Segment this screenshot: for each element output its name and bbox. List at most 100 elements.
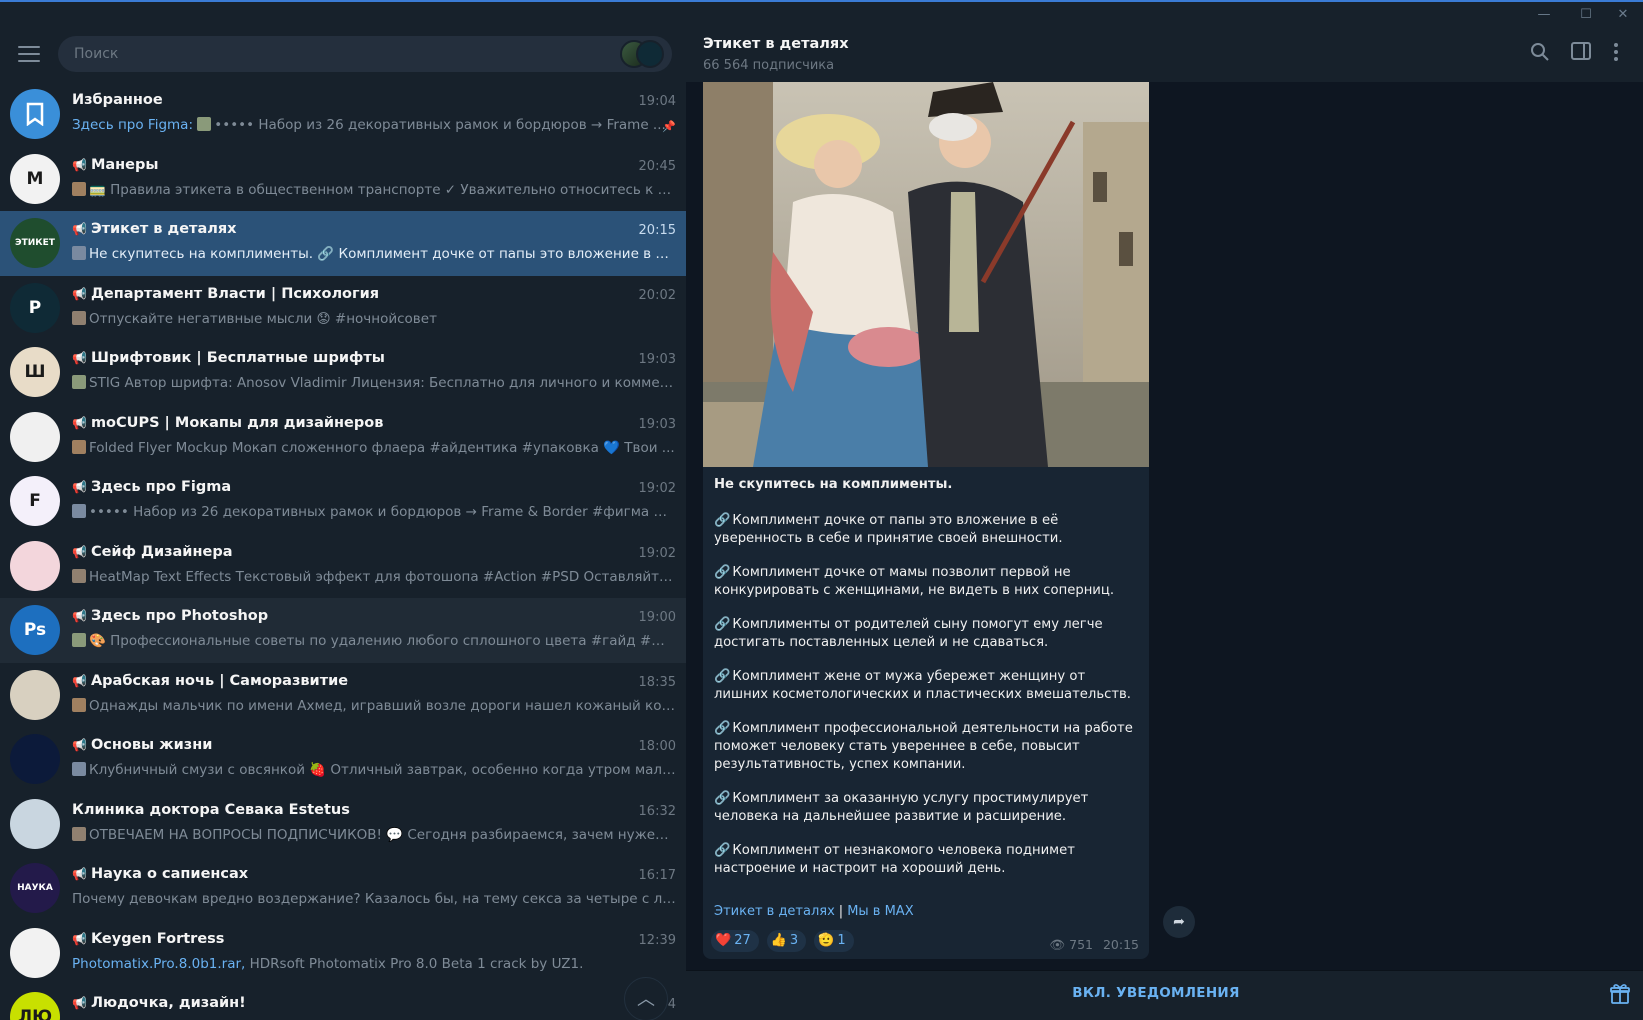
chat-list-item[interactable]: Избранное 19:04 Здесь про Figma: ••••• Наб…: [0, 82, 686, 147]
max-link[interactable]: Мы в MAX: [847, 904, 913, 919]
chat-list-item[interactable]: ЛЮ 📢 Людочка, дизайн! 4: [0, 985, 686, 1020]
chat-preview: ОТВЕЧАЕМ НА ВОПРОСЫ ПОДПИСЧИКОВ! 💬 Сегод…: [72, 826, 676, 843]
chat-preview: Не скупитесь на комплименты. 🔗 Комплимен…: [72, 246, 676, 262]
chat-avatar: ЛЮ: [10, 992, 60, 1020]
more-options-icon[interactable]: [1604, 42, 1628, 66]
chat-avatar: [10, 540, 60, 591]
chat-list-item[interactable]: M 📢 Манеры 20:45 🚃 Правила этикета в обществ…: [0, 147, 686, 212]
megaphone-icon: 📢: [72, 544, 87, 559]
chat-list-item[interactable]: Ps 📢 Здесь про Photoshop 19:00 🎨 Профессиона…: [0, 598, 686, 663]
chat-time: 18:35: [638, 674, 676, 690]
post-meta: 👁 751 20:15: [1049, 937, 1139, 953]
chat-preview: 🎨 Профессиональные советы по удалению лю…: [72, 633, 676, 649]
chat-name: 📢 Основы жизни: [72, 737, 596, 753]
chat-list-item[interactable]: ЭТИКЕТ 📢 Этикет в деталях 20:15 Не скупитесь…: [0, 211, 686, 276]
reaction-salute[interactable]: 🫡 1: [814, 930, 854, 952]
media-thumbnail: [197, 117, 212, 131]
megaphone-icon: 📢: [72, 931, 87, 946]
chat-preview-text: HeatMap Text Effects Текстовый эффект дл…: [89, 568, 676, 585]
chat-name: 📢 Арабская ночь | Саморазвитие: [72, 673, 596, 689]
chat-preview-text: ••••• Набор из 26 декоративных рамок и б…: [89, 504, 676, 520]
maximize-icon[interactable]: ☐: [1566, 4, 1606, 26]
enable-notifications-button[interactable]: ВКЛ. УВЕДОМЛЕНИЯ: [1056, 985, 1256, 1001]
view-count: 751: [1069, 937, 1093, 952]
chat-name: 📢 Шрифтовик | Бесплатные шрифты: [72, 350, 596, 366]
media-thumbnail: [72, 504, 86, 518]
chat-name-text: Здесь про Photoshop: [90, 608, 269, 624]
channel-title[interactable]: Этикет в деталях: [703, 36, 849, 52]
post-time: 20:15: [1102, 937, 1139, 952]
chat-name-text: Основы жизни: [90, 737, 213, 753]
minimize-icon[interactable]: —: [1524, 4, 1564, 26]
chat-avatar: P: [10, 282, 60, 333]
post-paragraph: 🔗 Комплименты от родителей сыну помогут е…: [714, 617, 1103, 650]
chat-time: 20:15: [638, 223, 676, 238]
chat-avatar: [10, 411, 60, 462]
reaction-thumbs-up[interactable]: 👍 3: [766, 930, 807, 952]
sidebar-toggle-icon[interactable]: [1569, 42, 1593, 66]
link-icon: 🔗: [714, 669, 731, 684]
chat-time: 18:00: [638, 739, 676, 754]
reactions-bar: ❤️ 27 👍 3 🫡 1: [711, 930, 854, 952]
chat-avatar: Ш: [10, 347, 60, 397]
chat-list-item[interactable]: НАУКА 📢 Наука о сапиенсах 16:17 Почему девоч…: [0, 856, 686, 921]
chat-name: 📢 Манеры: [72, 157, 596, 173]
close-icon[interactable]: ✕: [1603, 4, 1643, 26]
scroll-up-button[interactable]: ︿: [624, 977, 668, 1020]
stories-avatars[interactable]: [620, 40, 664, 68]
chat-preview-text: Почему девочкам вредно воздержание? Каза…: [72, 891, 676, 907]
chat-list-item[interactable]: Клиника доктора Севака Estetus 16:32 ОТВЕЧ…: [0, 792, 686, 857]
chat-preview-text: 🎨 Профессиональные советы по удалению лю…: [89, 633, 676, 649]
chat-preview-prefix: Здесь про Figma:: [72, 117, 193, 133]
gift-icon[interactable]: [1609, 983, 1633, 1007]
chat-list: Избранное 19:04 Здесь про Figma: ••••• Наб…: [0, 82, 686, 1020]
post-headline: Не скупитесь на комплименты.: [714, 477, 953, 492]
pin-icon: 📌: [662, 120, 676, 133]
search-icon[interactable]: [1528, 42, 1552, 66]
megaphone-icon: 📢: [72, 157, 87, 172]
forward-icon[interactable]: ➦: [1163, 906, 1195, 938]
chat-list-item[interactable]: 📢 moCUPS | Мокапы для дизайнеров 19:03 Fold…: [0, 405, 686, 470]
search-box[interactable]: [58, 36, 672, 72]
chat-preview-prefix: Photomatix.Pro.8.0b1.rar,: [72, 955, 246, 972]
chat-preview-text: HDRsoft Photomatix Pro 8.0 Beta 1 crack …: [249, 955, 584, 972]
chat-name-text: Избранное: [72, 92, 163, 108]
chat-name-text: Клиника доктора Севака Estetus: [72, 801, 350, 818]
link-icon: 🔗: [714, 513, 731, 528]
chat-preview: Однажды мальчик по имени Ахмед, игравший…: [72, 697, 676, 714]
channel-link[interactable]: Этикет в деталях: [714, 904, 835, 919]
hamburger-menu-icon[interactable]: [18, 46, 40, 62]
chat-name: 📢 Здесь про Photoshop: [72, 608, 596, 624]
chat-list-item[interactable]: Ш 📢 Шрифтовик | Бесплатные шрифты 19:03 STIG…: [0, 340, 686, 405]
search-input[interactable]: [74, 44, 574, 64]
chat-name-text: Манеры: [90, 156, 159, 173]
reaction-heart[interactable]: ❤️ 27: [711, 930, 759, 952]
chat-list-item[interactable]: 📢 Арабская ночь | Саморазвитие 18:35 Однажд…: [0, 663, 686, 728]
media-thumbnail: [72, 633, 86, 647]
chat-list-item[interactable]: P 📢 Департамент Власти | Психология 20:02 От…: [0, 276, 686, 341]
chat-name: 📢 Департамент Власти | Психология: [72, 286, 596, 302]
chat-list-item[interactable]: 📢 Сейф Дизайнера 19:02 HeatMap Text Effects…: [0, 534, 686, 599]
chat-avatar: НАУКА: [10, 863, 60, 913]
chat-time: 16:32: [638, 803, 676, 819]
chat-name-text: Keygen Fortress: [90, 930, 225, 947]
chat-list-item[interactable]: 📢 Keygen Fortress 12:39 Photomatix.Pro.8.0b…: [0, 921, 686, 986]
megaphone-icon: 📢: [72, 415, 87, 430]
media-thumbnail: [72, 568, 86, 583]
chat-name-text: Департамент Власти | Психология: [90, 285, 380, 302]
chat-preview: Здесь про Figma: ••••• Набор из 26 декор…: [72, 117, 676, 133]
media-thumbnail: [72, 439, 86, 454]
chat-preview-text: ОТВЕЧАЕМ НА ВОПРОСЫ ПОДПИСЧИКОВ! 💬 Сегод…: [89, 826, 676, 843]
megaphone-icon: 📢: [72, 867, 87, 881]
chat-time: 16:17: [638, 868, 676, 883]
chat-name-text: Арабская ночь | Саморазвитие: [90, 672, 349, 689]
subscriber-count: 66 564 подписчика: [703, 58, 835, 73]
chat-avatar: M: [10, 153, 60, 204]
chat-list-item[interactable]: 📢 Основы жизни 18:00 Клубничный смузи с овс…: [0, 727, 686, 792]
post-image[interactable]: [703, 82, 1149, 467]
chat-avatar: Ps: [10, 605, 60, 655]
conversation-panel: Этикет в деталях 66 564 подписчика Не ск…: [686, 26, 1643, 1020]
post-paragraph: 🔗 Комплимент дочке от папы это вложение в…: [714, 513, 1063, 546]
chat-list-item[interactable]: F 📢 Здесь про Figma 19:02 ••••• Набор из 26 …: [0, 469, 686, 534]
story-avatar[interactable]: [636, 40, 664, 68]
